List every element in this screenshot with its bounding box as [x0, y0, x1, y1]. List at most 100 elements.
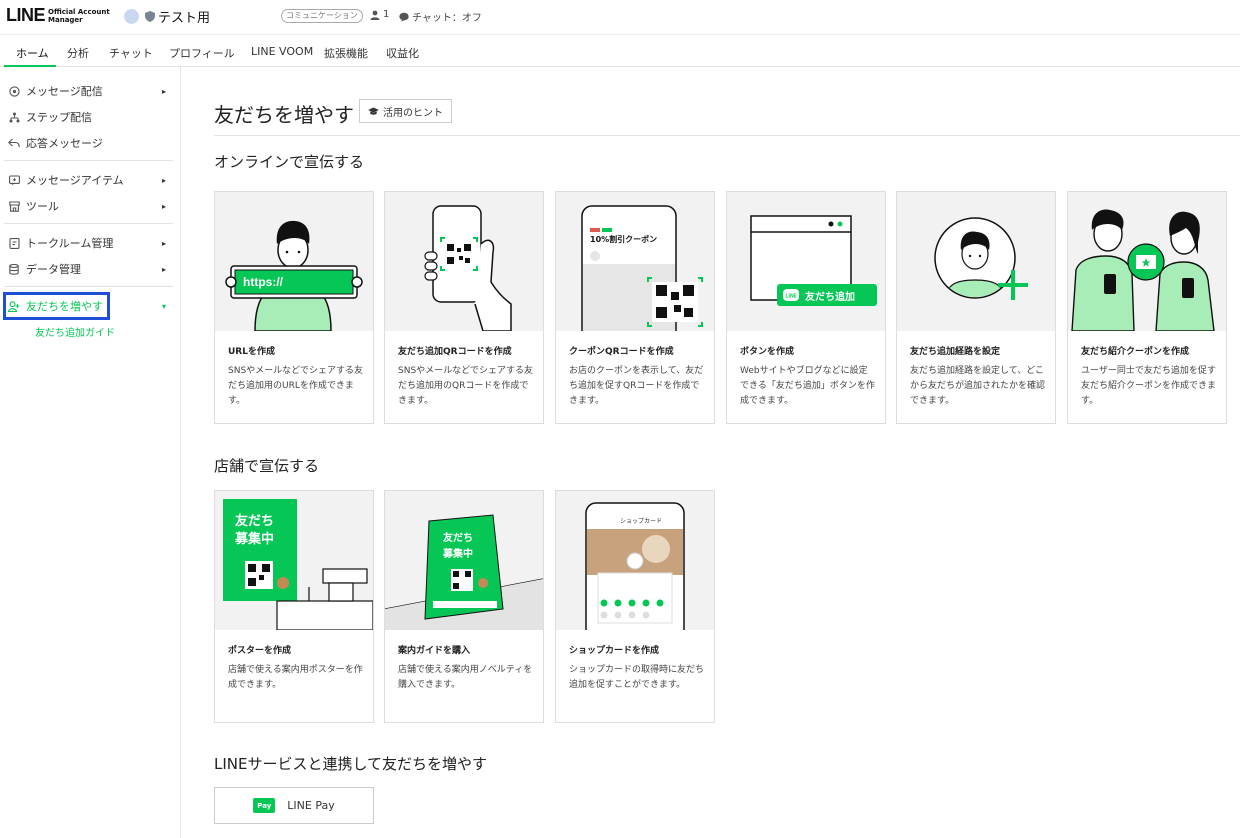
tab-line-voom[interactable]: LINE VOOM	[251, 45, 313, 58]
card-image	[385, 192, 543, 331]
plan-badge: コミュニケーション	[281, 9, 363, 23]
tab-monetization[interactable]: 収益化	[386, 45, 419, 61]
chat-status-value: チャット：オフ	[412, 13, 482, 24]
account-name: テスト用	[158, 11, 211, 26]
sidebar-divider	[4, 160, 173, 161]
sidebar-item-auto-reply[interactable]: 応答メッセージ	[8, 135, 168, 151]
sidebar-item-label: メッセージ配信	[26, 85, 103, 98]
card-create-poster[interactable]: 友だち 募集中 ポスターを作成 店舗で使える案内用ポスターを作成できます。	[214, 490, 374, 723]
logo-subtext: Official Account Manager	[48, 8, 110, 24]
sidebar-item-message-items[interactable]: メッセージアイテム ▸	[8, 172, 168, 188]
friend-count-value: 1	[383, 9, 390, 20]
card-title: 案内ガイドを購入	[398, 646, 471, 656]
tab-extensions[interactable]: 拡張機能	[324, 45, 368, 61]
hints-button[interactable]: 活用のヒント	[359, 99, 452, 123]
person-with-url-sign-illustration: https://	[225, 220, 363, 331]
chevron-right-icon: ▸	[161, 86, 166, 96]
title-divider	[214, 135, 1240, 136]
chevron-right-icon: ▸	[161, 264, 166, 274]
main-tabs: ホーム 分析 チャット プロフィール LINE VOOM 拡張機能 収益化	[0, 34, 1240, 67]
chevron-right-icon: ▸	[161, 175, 166, 185]
hints-button-label: 活用のヒント	[383, 107, 443, 119]
reply-icon	[8, 137, 20, 149]
shop-card-header-text: ショップカード	[620, 518, 662, 525]
card-description: SNSやメールなどでシェアする友だち追加用のURLを作成できます。	[228, 366, 363, 406]
chevron-down-icon: ▾	[161, 301, 166, 311]
sidebar-subitem-friend-guide[interactable]: 友だち追加ガイド	[35, 324, 115, 339]
card-description: 店舗で使える案内用ポスターを作成できます。	[228, 665, 363, 690]
sidebar-item-talkroom[interactable]: トークルーム管理 ▸	[8, 235, 168, 251]
sidebar-item-add-friends[interactable]: 友だちを増やす ▾	[8, 298, 168, 314]
card-title: URLを作成	[228, 347, 275, 357]
tab-analytics[interactable]: 分析	[67, 45, 89, 61]
card-create-shop-card[interactable]: ショップカード ショップカードを作成 ショップカードの取得時に友だち追加を促すこ…	[555, 490, 715, 723]
friend-count[interactable]: 1	[370, 9, 389, 20]
card-title: ショップカードを作成	[569, 646, 660, 656]
add-friend-button-text: 友だち追加	[805, 290, 855, 303]
sidebar: メッセージ配信 ▸ ステップ配信 応答メッセージ メッセージアイテム ▸ ツール…	[0, 67, 181, 838]
section-title-line-services: LINEサービスと連携して友だちを増やす	[214, 755, 488, 773]
logo-text: LINE	[6, 5, 46, 25]
card-description: ショップカードの取得時に友だち追加を促すことができます。	[569, 665, 705, 690]
line-badge-text: LINE	[786, 294, 798, 300]
tab-profile[interactable]: プロフィール	[169, 45, 235, 61]
tab-home[interactable]: ホーム	[16, 45, 49, 61]
add-friend-icon	[8, 300, 20, 312]
line-pay-label: LINE Pay	[287, 799, 335, 812]
card-create-button[interactable]: LINE 友だち追加 ボタンを作成 Webサイトやブログなどに設定できる「友だち…	[726, 191, 886, 424]
poster-text-1: 友だち	[235, 513, 274, 529]
card-image: 10%割引クーポン	[556, 192, 714, 331]
graduation-cap-icon	[368, 107, 379, 115]
sidebar-divider	[4, 286, 173, 287]
logo-sub-1: Official Account	[48, 7, 110, 16]
card-set-friend-path[interactable]: 友だち追加経路を設定 友だち追加経路を設定して、どこから友だちが追加されたかを確…	[896, 191, 1056, 424]
sidebar-item-label: トークルーム管理	[26, 237, 114, 250]
sidebar-item-label: ツール	[26, 200, 59, 213]
card-image: https://	[215, 192, 373, 331]
account-switcher[interactable]: テスト用	[124, 7, 210, 26]
card-image: 友だち 募集中	[385, 491, 543, 630]
card-create-url[interactable]: https:// URLを作成 SNSやメールなどでシェアする友だち追加用のUR…	[214, 191, 374, 424]
sidebar-item-tools[interactable]: ツール ▸	[8, 198, 168, 214]
logo-sub-2: Manager	[48, 15, 83, 24]
step-icon	[8, 111, 20, 123]
chevron-right-icon: ▸	[161, 201, 166, 211]
top-bar: LINE Official Account Manager テスト用 コミュニケ…	[0, 0, 1240, 34]
card-buy-guide[interactable]: 友だち 募集中 案内ガイドを購入 店舗で使える案内用ノベルティを購入できます。	[384, 490, 544, 723]
card-title: 友だち追加QRコードを作成	[398, 347, 512, 357]
card-image	[897, 192, 1055, 331]
main-content: 友だちを増やす 活用のヒント オンラインで宣伝する https:// URLを作…	[182, 67, 1240, 838]
two-people-referral-illustration	[1071, 209, 1215, 331]
card-create-coupon-qr[interactable]: 10%割引クーポン クーポンQRコードを作成 お店のクーポンを表示して、友だち追…	[555, 191, 715, 424]
url-sign-text: https://	[243, 275, 284, 289]
broadcast-icon	[8, 85, 20, 97]
browser-with-add-button-illustration: LINE 友だち追加	[750, 215, 877, 306]
sidebar-item-label: 応答メッセージ	[26, 137, 103, 150]
person-icon	[370, 10, 380, 20]
card-description: ユーザー同士で友だち追加を促す友だち紹介クーポンを作成できます。	[1081, 366, 1217, 406]
phone-with-qr-illustration	[424, 205, 512, 331]
sidebar-item-label: ステップ配信	[26, 111, 92, 124]
chat-bubble-icon	[399, 12, 409, 22]
card-title: クーポンQRコードを作成	[569, 347, 674, 357]
shield-icon	[145, 11, 155, 22]
card-image: ショップカード	[556, 491, 714, 630]
shop-icon	[8, 200, 20, 212]
poster-and-register-illustration: 友だち 募集中	[223, 499, 373, 630]
poster-text-2: 募集中	[234, 531, 274, 547]
sidebar-item-label: 友だちを増やす	[26, 300, 103, 313]
sidebar-item-label: メッセージアイテム	[26, 174, 124, 187]
card-title: 友だち紹介クーポンを作成	[1081, 347, 1190, 357]
sidebar-item-data[interactable]: データ管理 ▸	[8, 261, 168, 277]
card-create-referral-coupon[interactable]: 友だち紹介クーポンを作成 ユーザー同士で友だち追加を促す友だち紹介クーポンを作成…	[1067, 191, 1227, 424]
card-image: LINE 友だち追加	[727, 192, 885, 331]
sidebar-divider	[4, 223, 173, 224]
tab-chat[interactable]: チャット	[109, 45, 153, 61]
sidebar-item-step[interactable]: ステップ配信	[8, 109, 168, 125]
sidebar-item-broadcast[interactable]: メッセージ配信 ▸	[8, 83, 168, 99]
line-pay-button[interactable]: Pay LINE Pay	[214, 787, 374, 824]
line-oa-manager-logo[interactable]: LINE Official Account Manager	[6, 5, 110, 26]
card-title: ボタンを作成	[740, 347, 795, 357]
chat-status[interactable]: チャット：オフ	[399, 9, 482, 24]
card-create-friend-qr[interactable]: 友だち追加QRコードを作成 SNSやメールなどでシェアする友だち追加用のQRコー…	[384, 191, 544, 424]
